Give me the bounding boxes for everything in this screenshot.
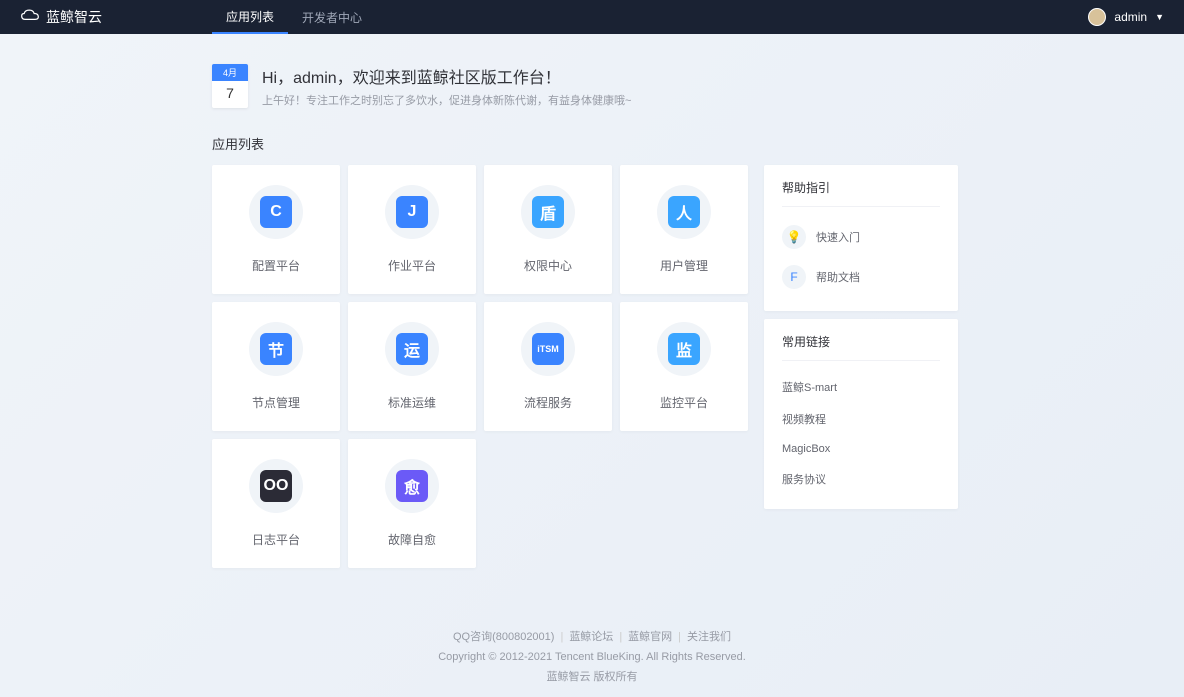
welcome-subtitle: 上午好！专注工作之时别忘了多饮水，促进身体新陈代谢，有益身体健康哦~ (262, 92, 631, 108)
link-item[interactable]: MagicBox (782, 435, 940, 463)
app-name: 流程服务 (494, 394, 602, 411)
header: 蓝鲸智云 应用列表 开发者中心 admin ▼ (0, 0, 1184, 34)
links-title: 常用链接 (782, 333, 940, 361)
content-row: C 配置平台 J 作业平台 盾 权限中心 人 用户管理 节 节点管理 运 标准运… (212, 165, 972, 568)
app-card[interactable]: 监 监控平台 (620, 302, 748, 431)
nav: 应用列表 开发者中心 (212, 0, 376, 34)
app-name: 配置平台 (222, 257, 330, 274)
footer-copyright: Copyright © 2012-2021 Tencent BlueKing. … (212, 648, 972, 668)
username: admin (1114, 10, 1147, 24)
app-name: 节点管理 (222, 394, 330, 411)
user-menu[interactable]: admin ▼ (1088, 8, 1164, 26)
footer-company: 蓝鲸智云 版权所有 (212, 668, 972, 688)
app-name: 故障自愈 (358, 531, 466, 548)
nav-dev-center[interactable]: 开发者中心 (288, 0, 376, 34)
app-name: 日志平台 (222, 531, 330, 548)
app-icon: 愈 (385, 459, 439, 513)
app-card[interactable]: 愈 故障自愈 (348, 439, 476, 568)
app-card[interactable]: C 配置平台 (212, 165, 340, 294)
app-icon-glyph: 愈 (396, 470, 428, 502)
chevron-down-icon: ▼ (1155, 12, 1164, 22)
help-item[interactable]: F 帮助文档 (782, 257, 940, 297)
logo-text: 蓝鲸智云 (46, 7, 102, 27)
help-label: 帮助文档 (816, 269, 860, 285)
app-card[interactable]: iTSM 流程服务 (484, 302, 612, 431)
app-icon-glyph: 节 (260, 333, 292, 365)
app-grid: C 配置平台 J 作业平台 盾 权限中心 人 用户管理 节 节点管理 运 标准运… (212, 165, 748, 568)
footer-links: QQ咨询(800802001)|蓝鲸论坛|蓝鲸官网|关注我们 (212, 628, 972, 648)
footer-link[interactable]: 蓝鲸官网 (628, 631, 672, 643)
welcome-section: 4月 7 Hi，admin，欢迎来到蓝鲸社区版工作台！ 上午好！专注工作之时别忘… (212, 64, 972, 108)
apps-title: 应用列表 (212, 134, 972, 153)
app-card[interactable]: J 作业平台 (348, 165, 476, 294)
app-name: 监控平台 (630, 394, 738, 411)
app-card[interactable]: OO 日志平台 (212, 439, 340, 568)
app-icon: 人 (657, 185, 711, 239)
date-day: 7 (212, 81, 248, 105)
app-name: 用户管理 (630, 257, 738, 274)
logo[interactable]: 蓝鲸智云 (20, 7, 102, 27)
app-card[interactable]: 盾 权限中心 (484, 165, 612, 294)
app-name: 权限中心 (494, 257, 602, 274)
link-item[interactable]: 蓝鲸S-mart (782, 371, 940, 403)
app-name: 标准运维 (358, 394, 466, 411)
app-icon: 节 (249, 322, 303, 376)
footer-link[interactable]: QQ咨询(800802001) (453, 631, 555, 643)
help-icon: F (782, 265, 806, 289)
app-card[interactable]: 运 标准运维 (348, 302, 476, 431)
app-name: 作业平台 (358, 257, 466, 274)
app-icon-glyph: iTSM (532, 333, 564, 365)
footer: QQ咨询(800802001)|蓝鲸论坛|蓝鲸官网|关注我们 Copyright… (212, 568, 972, 697)
date-month: 4月 (212, 64, 248, 81)
help-item[interactable]: 💡 快速入门 (782, 217, 940, 257)
welcome-text: Hi，admin，欢迎来到蓝鲸社区版工作台！ 上午好！专注工作之时别忘了多饮水，… (262, 64, 631, 108)
app-icon: 运 (385, 322, 439, 376)
app-card[interactable]: 人 用户管理 (620, 165, 748, 294)
app-icon-glyph: 盾 (532, 196, 564, 228)
help-icon: 💡 (782, 225, 806, 249)
help-card: 帮助指引 💡 快速入门 F 帮助文档 (764, 165, 958, 311)
footer-link[interactable]: 蓝鲸论坛 (569, 631, 613, 643)
app-icon-glyph: 监 (668, 333, 700, 365)
cloud-icon (20, 9, 40, 26)
app-icon: 盾 (521, 185, 575, 239)
header-left: 蓝鲸智云 应用列表 开发者中心 (20, 0, 376, 34)
app-icon: 监 (657, 322, 711, 376)
app-icon-glyph: 运 (396, 333, 428, 365)
date-card: 4月 7 (212, 64, 248, 108)
help-title: 帮助指引 (782, 179, 940, 207)
link-item[interactable]: 服务协议 (782, 463, 940, 495)
app-icon: OO (249, 459, 303, 513)
footer-link[interactable]: 关注我们 (687, 631, 731, 643)
main: 4月 7 Hi，admin，欢迎来到蓝鲸社区版工作台！ 上午好！专注工作之时别忘… (212, 34, 972, 697)
app-icon: iTSM (521, 322, 575, 376)
app-icon: J (385, 185, 439, 239)
help-label: 快速入门 (816, 229, 860, 245)
app-icon-glyph: C (260, 196, 292, 228)
app-icon-glyph: OO (260, 470, 292, 502)
app-icon-glyph: 人 (668, 196, 700, 228)
app-icon-glyph: J (396, 196, 428, 228)
nav-app-list[interactable]: 应用列表 (212, 0, 288, 34)
link-item[interactable]: 视频教程 (782, 403, 940, 435)
links-card: 常用链接 蓝鲸S-mart视频教程MagicBox服务协议 (764, 319, 958, 509)
sidebar: 帮助指引 💡 快速入门 F 帮助文档 常用链接 蓝鲸S-mart视频教程Magi… (764, 165, 958, 568)
welcome-title: Hi，admin，欢迎来到蓝鲸社区版工作台！ (262, 64, 631, 88)
app-card[interactable]: 节 节点管理 (212, 302, 340, 431)
app-icon: C (249, 185, 303, 239)
avatar (1088, 8, 1106, 26)
